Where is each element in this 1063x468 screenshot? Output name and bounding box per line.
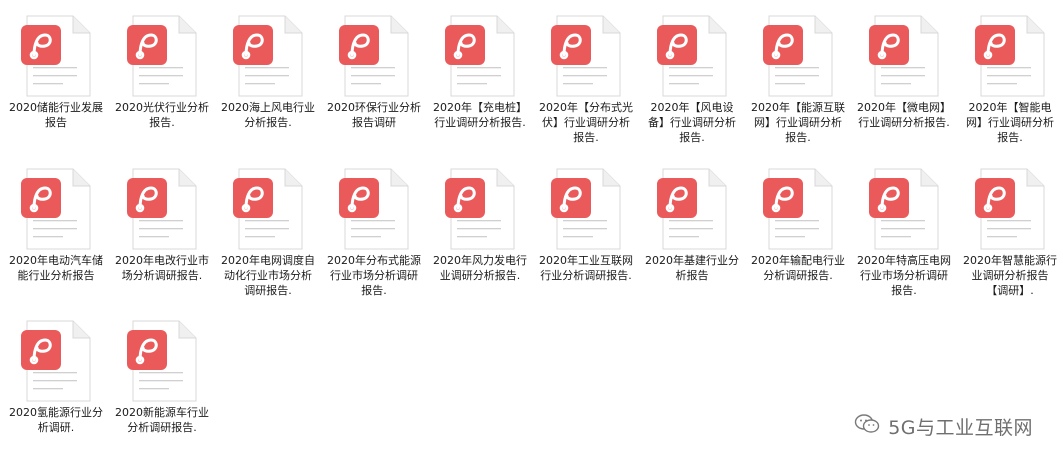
file-name: 2020储能行业发展报告	[9, 101, 103, 129]
pdf-file-icon	[233, 168, 303, 250]
file-grid: 2020储能行业发展报告 2020光伏行业分析报告. 2020海上风电行业分析报告.…	[0, 0, 1063, 468]
file-name: 2020年基建行业分析报告	[645, 254, 739, 282]
file-item[interactable]: 2020年分布式能源行业市场分析调研报告.	[321, 168, 427, 298]
file-name: 2020年分布式能源行业市场分析调研报告.	[327, 254, 421, 297]
pdf-file-icon	[339, 15, 409, 97]
pdf-file-icon	[551, 168, 621, 250]
file-item[interactable]: 2020新能源车行业分析调研报告.	[109, 320, 215, 435]
file-name: 2020年智慧能源行业调研分析报告【调研】.	[963, 254, 1057, 297]
file-item[interactable]: 2020年【微电网】行业调研分析报告.	[851, 15, 957, 130]
file-name: 2020年【分布式光伏】行业调研分析报告.	[539, 101, 633, 144]
file-item[interactable]: 2020年智慧能源行业调研分析报告【调研】.	[957, 168, 1063, 298]
file-item[interactable]: 2020年【充电桩】行业调研分析报告.	[427, 15, 533, 130]
pdf-file-icon	[975, 15, 1045, 97]
file-name: 2020光伏行业分析报告.	[115, 101, 209, 129]
file-name: 2020年风力发电行业调研分析报告.	[433, 254, 527, 282]
file-item[interactable]: 2020年基建行业分析报告	[639, 168, 745, 283]
pdf-file-icon	[21, 320, 91, 402]
pdf-file-icon	[975, 168, 1045, 250]
file-name: 2020氢能源行业分析调研.	[9, 406, 103, 434]
file-name: 2020年【能源互联网】行业调研分析报告.	[751, 101, 845, 144]
file-item[interactable]: 2020年电改行业市场分析调研报告.	[109, 168, 215, 283]
file-name: 2020年【充电桩】行业调研分析报告.	[433, 101, 527, 129]
wechat-icon	[854, 413, 880, 440]
file-item[interactable]: 2020年特高压电网行业市场分析调研报告.	[851, 168, 957, 298]
file-name: 2020年【风电设备】行业调研分析报告.	[648, 101, 736, 144]
pdf-file-icon	[127, 15, 197, 97]
pdf-file-icon	[339, 168, 409, 250]
watermark: 5G与工业互联网	[854, 413, 1033, 440]
file-item[interactable]: 2020年【分布式光伏】行业调研分析报告.	[533, 15, 639, 145]
file-name: 2020年【微电网】行业调研分析报告.	[857, 101, 951, 129]
pdf-file-icon	[445, 15, 515, 97]
file-item[interactable]: 2020年【风电设备】行业调研分析报告.	[639, 15, 745, 145]
file-item[interactable]: 2020年电动汽车储能行业分析报告	[3, 168, 109, 283]
file-name: 2020年工业互联网行业分析调研报告.	[539, 254, 633, 282]
pdf-file-icon	[763, 15, 833, 97]
watermark-text: 5G与工业互联网	[888, 417, 1033, 439]
file-item[interactable]: 2020氢能源行业分析调研.	[3, 320, 109, 435]
pdf-file-icon	[21, 168, 91, 250]
file-name: 2020年电网调度自动化行业市场分析调研报告.	[221, 254, 315, 297]
file-item[interactable]: 2020年【能源互联网】行业调研分析报告.	[745, 15, 851, 145]
file-name: 2020年特高压电网行业市场分析调研报告.	[857, 254, 951, 297]
pdf-file-icon	[127, 320, 197, 402]
file-name: 2020海上风电行业分析报告.	[221, 101, 315, 129]
file-item[interactable]: 2020年输配电行业分析调研报告.	[745, 168, 851, 283]
file-item[interactable]: 2020光伏行业分析报告.	[109, 15, 215, 130]
pdf-file-icon	[233, 15, 303, 97]
file-name: 2020年【智能电网】行业调研分析报告.	[966, 101, 1054, 144]
file-item[interactable]: 2020储能行业发展报告	[3, 15, 109, 130]
pdf-file-icon	[21, 15, 91, 97]
file-name: 2020年电动汽车储能行业分析报告	[9, 254, 103, 282]
pdf-file-icon	[763, 168, 833, 250]
pdf-file-icon	[657, 168, 727, 250]
file-name: 2020年输配电行业分析调研报告.	[751, 254, 845, 282]
file-name: 2020环保行业分析报告调研	[327, 101, 421, 129]
file-item[interactable]: 2020年风力发电行业调研分析报告.	[427, 168, 533, 283]
file-item[interactable]: 2020环保行业分析报告调研	[321, 15, 427, 130]
file-name: 2020年电改行业市场分析调研报告.	[115, 254, 209, 282]
pdf-file-icon	[869, 168, 939, 250]
pdf-file-icon	[657, 15, 727, 97]
pdf-file-icon	[445, 168, 515, 250]
pdf-file-icon	[551, 15, 621, 97]
file-name: 2020新能源车行业分析调研报告.	[115, 406, 209, 434]
pdf-file-icon	[869, 15, 939, 97]
pdf-file-icon	[127, 168, 197, 250]
file-item[interactable]: 2020年【智能电网】行业调研分析报告.	[957, 15, 1063, 145]
file-item[interactable]: 2020海上风电行业分析报告.	[215, 15, 321, 130]
file-item[interactable]: 2020年电网调度自动化行业市场分析调研报告.	[215, 168, 321, 298]
file-item[interactable]: 2020年工业互联网行业分析调研报告.	[533, 168, 639, 283]
